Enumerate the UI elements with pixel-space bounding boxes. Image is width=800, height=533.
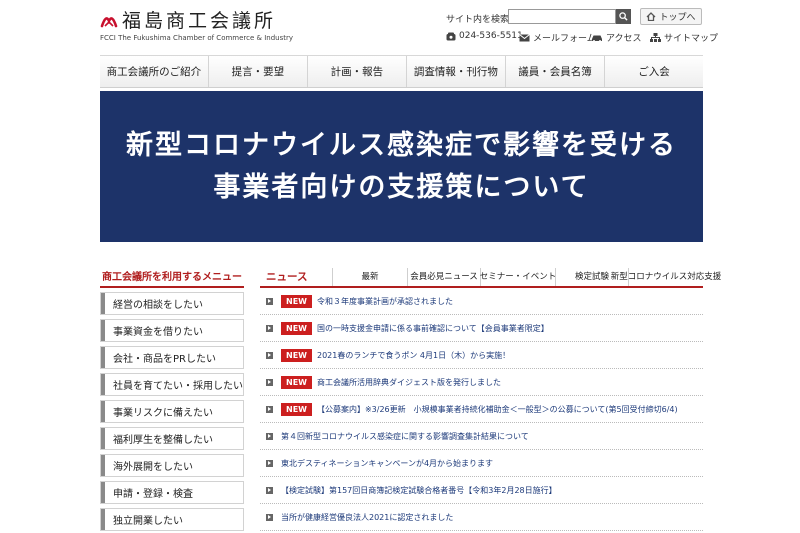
access-link[interactable]: アクセス (591, 31, 642, 44)
news-item-link[interactable]: 当所が健康経営優良法人2021に認定されました (281, 512, 453, 523)
top-page-link[interactable]: トップへ (640, 8, 702, 25)
covid-support-banner[interactable]: 新型コロナウイルス感染症で影響を受ける 事業者向けの支援策について (100, 91, 703, 242)
tab-latest[interactable]: 最新 (332, 268, 407, 286)
side-item-overseas[interactable]: 海外展開をしたい (100, 454, 244, 477)
mail-icon (519, 33, 530, 41)
nav-plans-reports[interactable]: 計画・報告 (308, 56, 407, 87)
side-item-label: 事業リスクに備えたい (113, 408, 213, 419)
tab-covid-support[interactable]: 新型コロナウイルス対応支援 (611, 268, 721, 286)
global-nav: 商工会議所のご紹介 提言・要望 計画・報告 調査情報・刊行物 議員・会員名簿 ご… (100, 55, 703, 88)
news-item[interactable]: 【検定試験】第157回日商簿記検定試験合格者番号【令和3年2月28日施行】 (260, 477, 703, 504)
new-badge: NEW (281, 375, 312, 389)
news-item-link[interactable]: 【検定試験】第157回日商簿記検定試験合格者番号【令和3年2月28日施行】 (281, 485, 557, 496)
news-item-link[interactable]: 令和３年度事業計画が承認されました (317, 296, 453, 307)
search-button[interactable] (616, 9, 631, 24)
search-input[interactable] (508, 9, 616, 24)
new-badge: NEW (281, 348, 312, 362)
side-item-applications[interactable]: 申請・登録・検査 (100, 481, 244, 504)
nav-about[interactable]: 商工会議所のご紹介 (100, 56, 209, 87)
arrow-right-icon (266, 297, 273, 305)
arrow-right-icon (266, 459, 273, 467)
logo-subtitle: FCCI The Fukushima Chamber of Commerce &… (100, 34, 294, 42)
logo-title: 福島商工会議所 (122, 10, 277, 32)
sitemap-label: サイトマップ (664, 34, 719, 44)
news-item-link[interactable]: 2021春のランチで食うポン 4月1日（木）から実施！ (317, 350, 510, 361)
side-item-consult[interactable]: 経営の相談をしたい (100, 292, 244, 315)
phone-icon (446, 32, 456, 40)
side-item-label: 申請・登録・検査 (113, 489, 193, 500)
new-badge: NEW (281, 294, 312, 308)
mail-form-label: メールフォーム (533, 34, 596, 44)
arrow-right-icon (266, 405, 273, 413)
nav-join[interactable]: ご入会 (605, 56, 703, 87)
side-item-label: 事業資金を借りたい (113, 327, 203, 338)
side-item-startup[interactable]: 独立開業したい (100, 508, 244, 531)
news-item[interactable]: NEW 令和３年度事業計画が承認されました (260, 288, 703, 315)
side-item-risk[interactable]: 事業リスクに備えたい (100, 400, 244, 423)
car-icon (592, 35, 602, 42)
phone-number: 024-536-5511 (446, 31, 523, 41)
arrow-right-icon (266, 324, 273, 332)
search-icon (619, 12, 628, 21)
news-item[interactable]: 東北デスティネーションキャンペーンが4月から始まります (260, 450, 703, 477)
side-item-label: 独立開業したい (113, 516, 183, 527)
arrow-right-icon (266, 486, 273, 494)
news-tabs: ニュース 最新 会員必見ニュース セミナー・イベント 検定試験 新型コロナウイル… (260, 268, 721, 288)
nav-proposals[interactable]: 提言・要望 (209, 56, 308, 87)
search-label: サイト内を検索 (446, 15, 510, 25)
tab-seminar-event[interactable]: セミナー・イベント (480, 268, 556, 286)
side-item-label: 会社・商品をPRしたい (113, 354, 216, 365)
news-item-link[interactable]: 【公募案内】※3/26更新 小規模事業者持続化補助金＜一般型＞の公募について(第… (317, 404, 678, 415)
news-item[interactable]: NEW 商工会議所活用辞典ダイジェスト版を発行しました (260, 369, 703, 396)
news-item-link[interactable]: 第４回新型コロナウイルス感染症に関する影響調査集計結果について (281, 431, 529, 442)
arrow-right-icon (266, 513, 273, 521)
news-section: ニュース 最新 会員必見ニュース セミナー・イベント 検定試験 新型コロナウイル… (260, 268, 721, 531)
access-label: アクセス (606, 34, 642, 44)
news-item[interactable]: 第４回新型コロナウイルス感染症に関する影響調査集計結果について (260, 423, 703, 450)
side-menu: 商工会議所を利用するメニュー 経営の相談をしたい 事業資金を借りたい 会社・商品… (100, 268, 244, 531)
mail-form-link[interactable]: メールフォーム (519, 31, 596, 44)
home-icon (647, 12, 656, 21)
arrow-right-icon (266, 351, 273, 359)
nav-research-publications[interactable]: 調査情報・刊行物 (407, 56, 506, 87)
news-item[interactable]: NEW 国の一時支援金申請に係る事前確認について【会員事業者限定】 (260, 315, 703, 342)
sitemap-icon (650, 33, 661, 42)
new-badge: NEW (281, 402, 312, 416)
side-item-label: 海外展開をしたい (113, 462, 193, 473)
top-page-label: トップへ (659, 13, 696, 23)
side-item-label: 福利厚生を整備したい (113, 435, 213, 446)
side-item-welfare[interactable]: 福利厚生を整備したい (100, 427, 244, 450)
side-item-label: 経営の相談をしたい (113, 300, 203, 311)
chamber-logo-icon (100, 17, 118, 28)
news-list: NEW 令和３年度事業計画が承認されました NEW 国の一時支援金申請に係る事前確認に… (260, 288, 703, 531)
side-item-training-hiring[interactable]: 社員を育てたい・採用したい (100, 373, 244, 396)
site-logo[interactable]: 福島商工会議所 FCCI The Fukushima Chamber of Co… (100, 10, 300, 44)
arrow-right-icon (266, 378, 273, 386)
new-badge: NEW (281, 321, 312, 335)
side-item-label: 社員を育てたい・採用したい (113, 381, 243, 392)
news-item-link[interactable]: 商工会議所活用辞典ダイジェスト版を発行しました (317, 377, 501, 388)
phone-text: 024-536-5511 (459, 31, 523, 41)
news-item[interactable]: 当所が健康経営優良法人2021に認定されました (260, 504, 703, 531)
news-item[interactable]: NEW 【公募案内】※3/26更新 小規模事業者持続化補助金＜一般型＞の公募につい… (260, 396, 703, 423)
news-item-link[interactable]: 国の一時支援金申請に係る事前確認について【会員事業者限定】 (317, 323, 549, 334)
arrow-right-icon (266, 432, 273, 440)
banner-line-2: 事業者向けの支援策について (213, 171, 590, 203)
sitemap-link[interactable]: サイトマップ (650, 31, 718, 44)
tab-member-news[interactable]: 会員必見ニュース (407, 268, 480, 286)
side-item-pr[interactable]: 会社・商品をPRしたい (100, 346, 244, 369)
news-heading: ニュース (266, 271, 308, 283)
banner-line-1: 新型コロナウイルス感染症で影響を受ける (126, 129, 677, 161)
side-menu-title: 商工会議所を利用するメニュー (100, 268, 244, 288)
news-item-link[interactable]: 東北デスティネーションキャンペーンが4月から始まります (281, 458, 493, 469)
news-item[interactable]: NEW 2021春のランチで食うポン 4月1日（木）から実施！ (260, 342, 703, 369)
side-item-financing[interactable]: 事業資金を借りたい (100, 319, 244, 342)
nav-member-directory[interactable]: 議員・会員名簿 (506, 56, 605, 87)
